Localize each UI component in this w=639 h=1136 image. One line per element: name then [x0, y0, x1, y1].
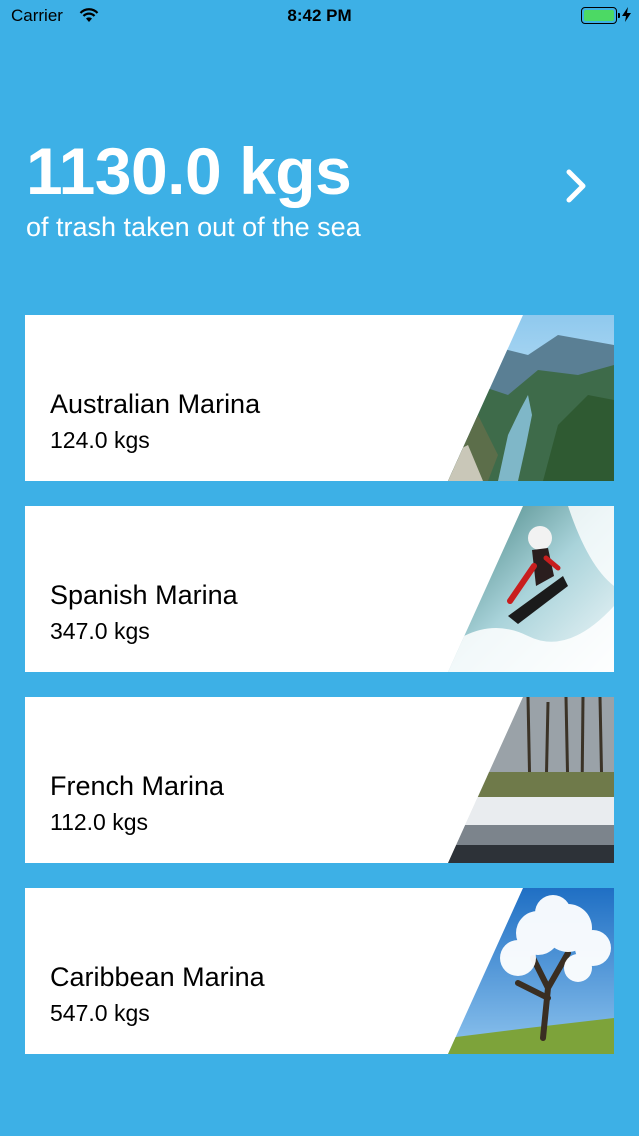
whitewater-kayak-photo	[448, 506, 614, 672]
clock: 8:42 PM	[287, 6, 352, 25]
marina-weight: 124.0 kgs	[50, 427, 150, 453]
marina-card-french[interactable]: French Marina 112.0 kgs	[25, 697, 614, 863]
total-weight: 1130.0 kgs	[26, 134, 352, 208]
marina-name: Australian Marina	[50, 389, 261, 419]
charging-bolt-icon	[622, 7, 631, 27]
mountain-valley-photo	[448, 315, 614, 481]
marina-name: Caribbean Marina	[50, 962, 265, 992]
battery-icon	[581, 7, 620, 24]
marina-weight: 547.0 kgs	[50, 1000, 150, 1026]
marina-card-caribbean[interactable]: Caribbean Marina 547.0 kgs	[25, 888, 614, 1054]
marina-name: Spanish Marina	[50, 580, 238, 610]
marina-weight: 112.0 kgs	[50, 809, 149, 835]
total-caption: of trash taken out of the sea	[26, 212, 361, 242]
marina-card-australian[interactable]: Australian Marina 124.0 kgs	[25, 315, 614, 481]
marina-card-spanish[interactable]: Spanish Marina 347.0 kgs	[25, 506, 614, 672]
blossom-tree-photo	[448, 888, 614, 1054]
winter-park-photo	[448, 697, 614, 863]
chevron-right-icon[interactable]	[560, 166, 596, 206]
status-bar: Carrier 8:42 PM	[0, 0, 639, 34]
marina-weight: 347.0 kgs	[50, 618, 150, 644]
marina-name: French Marina	[50, 771, 225, 801]
